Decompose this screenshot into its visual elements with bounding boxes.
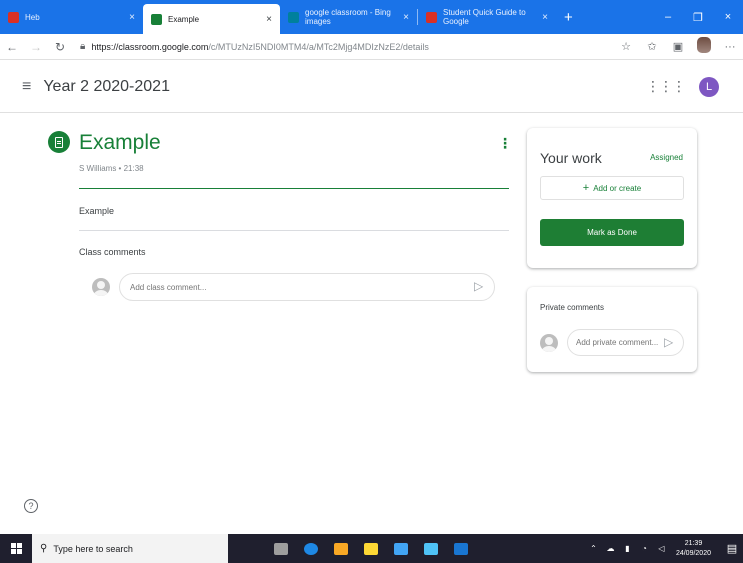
tab-student-guide[interactable]: Student Quick Guide to Google ×	[418, 0, 556, 34]
classroom-favicon-icon	[151, 13, 162, 25]
help-icon[interactable]: ?	[24, 499, 38, 513]
battery-icon[interactable]: ▮	[619, 544, 636, 553]
heb-favicon-icon	[8, 11, 19, 23]
collections-icon[interactable]: ▣	[665, 40, 691, 53]
new-tab-button[interactable]: +	[556, 9, 581, 26]
plus-icon: +	[582, 182, 590, 194]
restore-icon[interactable]: ❐	[683, 11, 713, 24]
volume-icon[interactable]: ◁	[653, 544, 670, 553]
search-icon: ⚲	[40, 543, 48, 554]
network-icon[interactable]: ◔	[636, 544, 653, 553]
tab-title: Heb	[25, 12, 40, 22]
private-comments-card: Private comments ▷	[527, 287, 697, 372]
assignment-icon	[48, 131, 70, 153]
url-path: /c/MTUzNzI5NDI0MTM4/a/MTc2Mjg4MDIzNzE2/d…	[208, 41, 429, 52]
assignment-title: Example	[79, 131, 161, 154]
classroom-header: ≡ Year 2 2020-2021 ⋮⋮⋮ L	[0, 61, 743, 113]
taskbar-search-placeholder: Type here to search	[53, 543, 133, 554]
bing-favicon-icon	[288, 11, 299, 23]
profile-icon[interactable]	[691, 37, 717, 56]
title-divider	[79, 188, 509, 189]
description-divider	[79, 230, 509, 231]
tab-close-icon[interactable]: ×	[403, 12, 409, 23]
account-avatar[interactable]: L	[699, 76, 719, 97]
tab-title: Student Quick Guide to Google	[443, 8, 526, 26]
browser-tab-strip: Heb × Example × google classroom - Bing …	[0, 0, 743, 34]
star-icon[interactable]: ☆	[613, 40, 639, 53]
window-close-icon[interactable]: ×	[713, 11, 743, 23]
windows-logo-icon	[10, 543, 22, 554]
private-comments-label: Private comments	[540, 303, 605, 312]
clock[interactable]: 21:39 24/09/2020	[676, 539, 711, 559]
assignment-description: Example	[79, 206, 115, 216]
url-host: https://classroom.google.com	[91, 41, 209, 52]
tab-title: google classroom - Bing images	[305, 8, 391, 26]
minimize-icon[interactable]: –	[653, 11, 683, 23]
menu-icon[interactable]: ≡	[22, 78, 31, 96]
mail-icon[interactable]	[386, 534, 416, 563]
tab-close-icon[interactable]: ×	[266, 14, 272, 25]
notifications-icon[interactable]: ▤	[721, 542, 743, 555]
class-name[interactable]: Year 2 2020-2021	[43, 78, 170, 96]
more-options-icon[interactable]: ⋮	[498, 135, 512, 152]
tab-close-icon[interactable]: ×	[129, 12, 135, 23]
file-explorer-icon[interactable]	[326, 534, 356, 563]
onedrive-icon[interactable]: ☁	[602, 544, 619, 553]
status-badge: Assigned	[650, 153, 683, 162]
user-avatar-icon	[92, 278, 110, 296]
clock-time: 21:39	[684, 539, 703, 547]
clock-date: 24/09/2020	[675, 549, 711, 557]
tab-title: Example	[168, 14, 200, 24]
tab-example[interactable]: Example ×	[143, 4, 280, 34]
send-icon[interactable]: ▷	[474, 279, 483, 293]
taskbar-apps	[266, 534, 476, 563]
taskbar-search[interactable]: ⚲ Type here to search	[32, 534, 228, 563]
tab-close-icon[interactable]: ×	[542, 12, 548, 23]
system-tray: ⌃ ☁ ▮ ◔ ◁ 21:39 24/09/2020 ▤	[585, 539, 743, 559]
more-icon[interactable]: ···	[717, 41, 743, 53]
tab-heb[interactable]: Heb ×	[0, 0, 143, 34]
address-bar: ← → ↻ 🔒︎ https://classroom.google.com/c/…	[0, 34, 743, 60]
windows-taskbar: ⚲ Type here to search ⌃ ☁ ▮ ◔ ◁ 21:39 24…	[0, 534, 743, 563]
app-icon[interactable]	[416, 534, 446, 563]
word-icon[interactable]	[446, 534, 476, 563]
class-comment-input[interactable]	[119, 273, 495, 301]
url-field[interactable]: 🔒︎ https://classroom.google.com/c/MTUzNz…	[80, 41, 429, 52]
add-or-create-button[interactable]: + Add or create	[540, 176, 684, 200]
user-avatar-icon	[540, 334, 558, 352]
tab-bing-images[interactable]: google classroom - Bing images ×	[280, 0, 417, 34]
send-icon[interactable]: ▷	[664, 335, 673, 349]
edge-icon[interactable]	[296, 534, 326, 563]
add-or-create-label: Add or create	[593, 183, 642, 193]
task-view-icon[interactable]	[266, 534, 296, 563]
guide-favicon-icon	[426, 11, 437, 23]
your-work-title: Your work	[540, 150, 602, 166]
store-icon[interactable]	[356, 534, 386, 563]
mark-as-done-button[interactable]: Mark as Done	[540, 219, 684, 246]
window-controls: – ❐ ×	[653, 0, 743, 34]
favorites-icon[interactable]: ✩	[639, 40, 665, 53]
forward-icon[interactable]: →	[24, 40, 48, 54]
start-button[interactable]	[0, 543, 32, 554]
browser-toolbar-right: ☆ ✩ ▣ ···	[613, 37, 743, 56]
class-comments-label: Class comments	[79, 247, 146, 257]
show-hidden-icons-icon[interactable]: ⌃	[585, 544, 602, 553]
apps-grid-icon[interactable]: ⋮⋮⋮	[646, 78, 686, 95]
your-work-card: Your work Assigned + Add or create Mark a…	[527, 128, 697, 268]
refresh-icon[interactable]: ↻	[48, 40, 72, 54]
lock-icon: 🔒︎	[80, 41, 86, 52]
assignment-meta: S Williams • 21:38	[79, 164, 144, 173]
back-icon[interactable]: ←	[0, 40, 24, 54]
